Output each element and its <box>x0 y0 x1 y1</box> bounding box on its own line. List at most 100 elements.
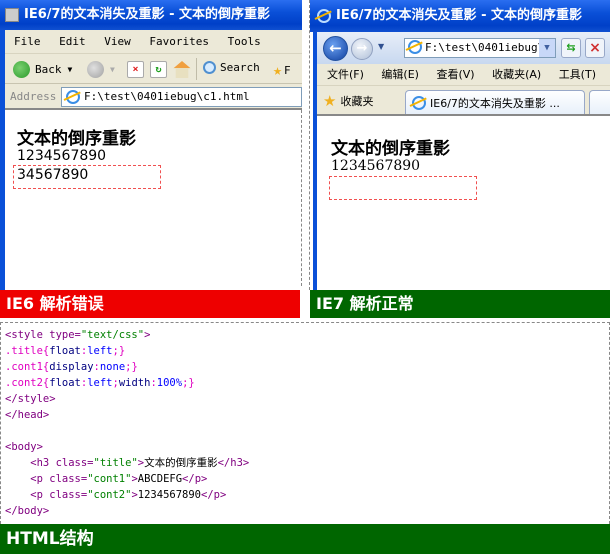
tab-active[interactable]: IE6/7的文本消失及重影 ... <box>405 90 585 114</box>
ie-page-icon <box>412 95 426 110</box>
address-value: F:\test\0401iebug\c1.html <box>84 90 250 103</box>
search-label: Search <box>220 61 260 74</box>
code-token: left <box>87 377 113 389</box>
menu-view[interactable]: View <box>104 35 131 48</box>
favorites-button[interactable]: ★ F <box>273 61 291 79</box>
toolbar-separator <box>196 58 197 80</box>
favorites-button[interactable]: ★ 收藏夹 <box>323 92 373 110</box>
menu-tools[interactable]: Tools <box>228 35 261 48</box>
code-line: <h3 class="title">文本的倒序重影</h3> <box>5 455 609 471</box>
code-token: <body> <box>5 441 43 453</box>
code-token: float <box>49 345 81 357</box>
search-button[interactable]: Search <box>203 61 260 74</box>
page-text-line1: 1234567890 <box>331 158 421 174</box>
page-text-line1: 1234567890 <box>17 148 107 164</box>
code-token: width <box>118 377 151 389</box>
new-tab-button[interactable] <box>589 90 610 114</box>
code-token: </h3> <box>217 457 250 469</box>
code-token: ;} <box>182 377 195 389</box>
code-line: .cont2{float:left;width:100%;} <box>5 375 609 391</box>
code-line: <p class="cont1">ABCDEFG</p> <box>5 471 609 487</box>
menu-file[interactable]: 文件(F) <box>327 68 364 81</box>
code-line: <p class="cont2">1234567890</p> <box>5 487 609 503</box>
code-token: </p> <box>182 473 208 485</box>
code-line: </body> <box>5 503 609 519</box>
ie6-browser-window: IE6/7的文本消失及重影 - 文本的倒序重影 File Edit View F… <box>0 0 302 290</box>
code-token: .cont1{ <box>5 361 50 373</box>
refresh-button[interactable]: ↻ <box>150 61 167 78</box>
code-line: <body> <box>5 439 609 455</box>
forward-button[interactable]: ▼ <box>87 61 115 78</box>
back-button[interactable]: ← <box>323 36 348 61</box>
star-icon: ★ <box>323 92 337 110</box>
stop-button[interactable]: × <box>127 61 144 78</box>
code-token: "cont2" <box>87 489 132 501</box>
ie7-menubar: 文件(F) 编辑(E) 查看(V) 收藏夹(A) 工具(T) <box>317 64 610 86</box>
forward-arrow-icon <box>87 61 104 78</box>
dropdown-arrow-icon[interactable]: ▼ <box>110 65 115 74</box>
code-token: "cont1" <box>87 473 132 485</box>
code-token: > <box>144 329 151 341</box>
menu-edit[interactable]: Edit <box>59 35 86 48</box>
ie6-titlebar: IE6/7的文本消失及重影 - 文本的倒序重影 <box>0 0 302 30</box>
ie6-address-bar: Address F:\test\0401iebug\c1.html <box>5 84 302 110</box>
code-token: <p class= <box>5 473 88 485</box>
favorites-label: 收藏夹 <box>340 95 374 108</box>
code-token: </body> <box>5 505 50 517</box>
code-token: left <box>87 345 113 357</box>
page-heading: 文本的倒序重影 <box>331 139 450 159</box>
code-token: </style> <box>5 393 56 405</box>
code-token: 文本的倒序重影 <box>144 457 218 469</box>
ie-page-icon <box>408 40 422 54</box>
dropdown-arrow-icon[interactable]: ▼ <box>68 65 73 74</box>
back-button[interactable]: Back ▼ <box>13 61 72 78</box>
code-token: display <box>49 361 94 373</box>
home-icon <box>173 61 191 78</box>
code-token: "title" <box>93 457 138 469</box>
address-dropdown-icon[interactable]: ▼ <box>539 39 555 57</box>
back-label: Back <box>35 63 62 76</box>
code-line: .cont1{display:none;} <box>5 359 609 375</box>
stop-icon[interactable]: × <box>585 38 605 58</box>
html-code-panel: <style type="text/css"> .title{float:lef… <box>0 322 610 524</box>
ie-page-icon <box>66 90 80 104</box>
history-dropdown-icon[interactable]: ▼ <box>378 42 384 51</box>
cont2-outline <box>329 176 477 200</box>
menu-favorites[interactable]: 收藏夹(A) <box>492 68 541 81</box>
code-token: .title{ <box>5 345 50 357</box>
menu-favorites[interactable]: Favorites <box>149 35 209 48</box>
code-line: <style type="text/css"> <box>5 327 609 343</box>
ie6-menubar: File Edit View Favorites Tools Help <box>5 30 302 72</box>
forward-button[interactable]: → <box>351 38 373 60</box>
menu-view[interactable]: 查看(V) <box>436 68 474 81</box>
stop-icon: × <box>127 61 144 78</box>
code-token: "text/css" <box>80 329 145 341</box>
ie7-caption: IE7 解析正常 <box>310 290 610 318</box>
code-token: .cont2{ <box>5 377 50 389</box>
refresh-icon: ↻ <box>150 61 167 78</box>
ie7-window-title: IE6/7的文本消失及重影 - 文本的倒序重影 <box>336 8 583 23</box>
address-input[interactable]: F:\test\0401iebug\c1.html <box>61 87 302 107</box>
code-token: ;} <box>125 361 138 373</box>
ie7-titlebar: IE6/7的文本消失及重影 - 文本的倒序重影 <box>310 0 610 32</box>
ie6-caption: IE6 解析错误 <box>0 290 300 318</box>
favorites-label: F <box>284 63 291 77</box>
app-icon <box>5 8 19 22</box>
page-text-ghost: 34567890 <box>17 167 89 183</box>
address-label: Address <box>10 90 57 103</box>
search-icon <box>203 61 216 74</box>
address-input[interactable]: F:\test\0401iebug\ ▼ <box>404 38 556 58</box>
html-structure-caption: HTML结构 <box>0 524 610 554</box>
code-token: <h3 class= <box>5 457 94 469</box>
menu-file[interactable]: File <box>14 35 41 48</box>
refresh-icon[interactable]: ⇆ <box>561 38 581 58</box>
code-line: </head> <box>5 407 609 423</box>
code-token: 100% <box>156 377 183 389</box>
code-line: .title{float:left;} <box>5 343 609 359</box>
menu-edit[interactable]: 编辑(E) <box>381 68 419 81</box>
code-token: ;} <box>112 345 126 357</box>
menu-tools[interactable]: 工具(T) <box>559 68 596 81</box>
home-button[interactable] <box>173 61 191 78</box>
code-token: </head> <box>5 409 50 421</box>
code-token: <style type= <box>5 329 81 341</box>
